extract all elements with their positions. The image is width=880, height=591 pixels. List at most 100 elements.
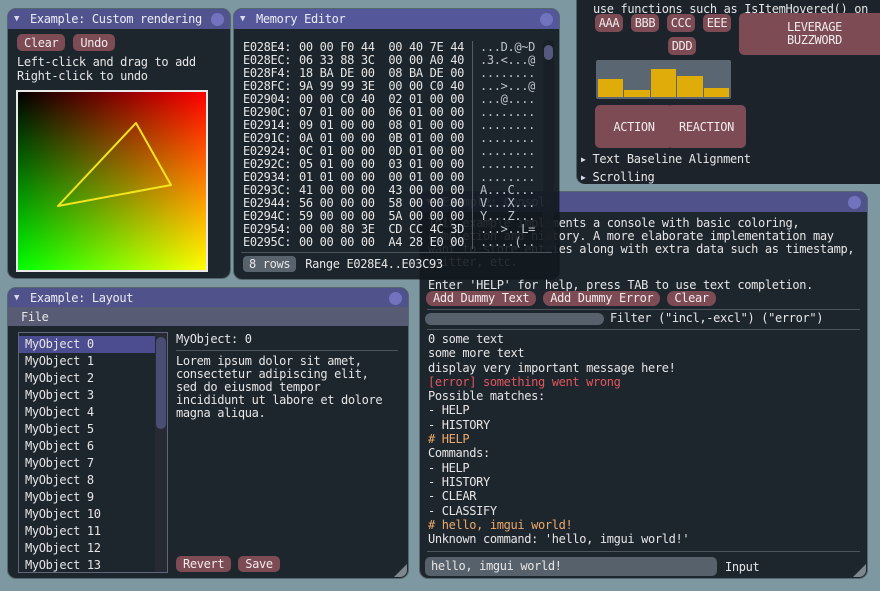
revert-button[interactable]: Revert: [176, 556, 232, 572]
scrollbar-thumb[interactable]: [544, 45, 553, 60]
memory-ascii: .....(..: [480, 235, 535, 249]
hint-line: Left-click and drag to add: [17, 55, 196, 69]
list-item[interactable]: MyObject 8: [19, 472, 167, 489]
memory-editor-titlebar[interactable]: ▼ Memory Editor: [234, 9, 559, 29]
drawing-canvas[interactable]: [16, 90, 208, 272]
list-item[interactable]: MyObject 4: [19, 404, 167, 421]
console-log-line: Unknown command: 'hello, imgui world!': [428, 532, 690, 547]
window-title: Example: Custom rendering: [30, 12, 202, 26]
histogram-bar: [650, 69, 677, 97]
demo-small-button[interactable]: BBB: [631, 14, 659, 32]
list-item[interactable]: MyObject 6: [19, 438, 167, 455]
separator: [427, 329, 860, 330]
scrollbar[interactable]: [543, 40, 554, 252]
scrollbar[interactable]: [155, 333, 167, 572]
console-log-line: Commands:: [428, 446, 490, 461]
list-item[interactable]: MyObject 9: [19, 489, 167, 506]
list-item[interactable]: MyObject 12: [19, 540, 167, 557]
collapsing-header-label: Text Baseline Alignment: [592, 152, 751, 166]
collapse-arrow-icon[interactable]: ▼: [14, 293, 25, 303]
demo-small-button[interactable]: AAA: [595, 14, 623, 32]
close-icon[interactable]: [540, 12, 553, 26]
detail-panel: MyObject: 0 Lorem ipsum dolor sit amet, c…: [176, 332, 398, 420]
hex-ascii-divider: [472, 54, 473, 67]
detail-buttons: Revert Save: [176, 556, 280, 572]
save-button[interactable]: Save: [238, 556, 280, 572]
window-title: Example: Layout: [30, 291, 134, 305]
resize-grip[interactable]: [853, 564, 866, 577]
scrollbar-thumb[interactable]: [156, 337, 166, 429]
menu-file[interactable]: File: [8, 310, 49, 324]
collapsing-header[interactable]: ▶ Scrolling: [581, 170, 751, 184]
resize-grip[interactable]: [394, 564, 407, 577]
hex-ascii-divider: [472, 210, 473, 223]
separator: [427, 551, 860, 552]
canvas-button-row: Clear Undo: [17, 34, 115, 51]
memory-hex-bytes[interactable]: 00 00 00 00 A4 28 E0 00: [299, 236, 472, 249]
list-item[interactable]: MyObject 11: [19, 523, 167, 540]
console-command-input[interactable]: hello, imgui world!: [425, 557, 717, 576]
custom-rendering-window: ▼ Example: Custom rendering Clear Undo L…: [8, 9, 230, 278]
window-title: Memory Editor: [256, 12, 346, 26]
close-icon[interactable]: [211, 12, 224, 26]
leverage-buzzword-button[interactable]: LEVERAGE BUZZWORD: [739, 13, 880, 55]
menu-bar: File: [8, 307, 408, 326]
memory-row[interactable]: E0295C: 00 00 00 00 A4 28 E0 00 .....(..: [243, 236, 535, 249]
detail-text-line: magna aliqua.: [176, 406, 266, 420]
range-label: Range E028E4..E03C93: [305, 257, 443, 271]
list-item[interactable]: MyObject 0: [19, 336, 167, 353]
custom-rendering-titlebar[interactable]: ▼ Example: Custom rendering: [8, 9, 230, 29]
clear-button[interactable]: Clear: [17, 34, 66, 51]
ddd-button[interactable]: DDD: [668, 37, 696, 55]
list-item[interactable]: MyObject 5: [19, 421, 167, 438]
drawn-triangle: [57, 122, 172, 207]
filter-input[interactable]: [425, 313, 604, 325]
console-log-line: - HELP: [428, 403, 470, 418]
hex-ascii-divider: [472, 67, 473, 80]
console-log-line: - CLASSIFY: [428, 503, 497, 518]
list-item[interactable]: MyObject 1: [19, 353, 167, 370]
action-button[interactable]: ACTION: [595, 105, 673, 148]
separator: [241, 252, 552, 253]
object-list: MyObject 0 MyObject 1 MyObject 2 MyObject 3…: [18, 332, 168, 573]
list-item[interactable]: MyObject 2: [19, 370, 167, 387]
collapsing-header-label: Scrolling: [592, 170, 655, 184]
hex-ascii-divider: [472, 41, 473, 54]
undo-button[interactable]: Undo: [73, 34, 115, 51]
separator: [176, 350, 398, 351]
console-button-row: Add Dummy Text Add Dummy Error Clear: [426, 291, 716, 306]
list-item[interactable]: MyObject 7: [19, 455, 167, 472]
console-log-line: display very important message here!: [428, 360, 676, 375]
close-icon[interactable]: [389, 291, 402, 305]
close-icon[interactable]: [848, 195, 861, 209]
collapsing-headers: ▶ Text Baseline Alignment ▶ Scrolling: [581, 152, 751, 184]
console-log: 0 some text some more text display very im…: [428, 332, 690, 547]
console-log-line: some more text: [428, 346, 525, 361]
console-button[interactable]: Add Dummy Text: [426, 291, 537, 306]
detail-title: MyObject: 0: [176, 332, 252, 346]
demo-small-button[interactable]: CCC: [667, 14, 695, 32]
hex-ascii-divider: [472, 158, 473, 171]
hex-ascii-divider: [472, 132, 473, 145]
console-button[interactable]: Add Dummy Error: [543, 291, 661, 306]
histogram-bar: [598, 79, 624, 97]
console-button[interactable]: Clear: [667, 291, 716, 306]
list-item[interactable]: MyObject 13: [19, 557, 167, 572]
histogram-plot: [596, 60, 731, 99]
hex-ascii-divider: [472, 106, 473, 119]
memory-address: E0295C:: [243, 235, 292, 249]
hex-ascii-divider: [472, 171, 473, 184]
rows-button[interactable]: 8 rows: [243, 256, 297, 272]
input-label: Input: [725, 560, 760, 574]
list-item[interactable]: MyObject 10: [19, 506, 167, 523]
layout-titlebar[interactable]: ▼ Example: Layout: [8, 288, 408, 308]
collapse-arrow-icon[interactable]: ▼: [14, 14, 25, 24]
collapsing-header[interactable]: ▶ Text Baseline Alignment: [581, 152, 751, 166]
demo-small-button[interactable]: EEE: [703, 14, 731, 32]
collapse-arrow-icon[interactable]: ▼: [240, 14, 251, 24]
console-help-line: Enter 'HELP' for help, press TAB to use …: [428, 278, 813, 292]
console-log-line: - CLEAR: [428, 489, 477, 504]
histogram-bar: [703, 88, 730, 97]
list-item[interactable]: MyObject 3: [19, 387, 167, 404]
reaction-button[interactable]: REACTION: [667, 105, 746, 148]
